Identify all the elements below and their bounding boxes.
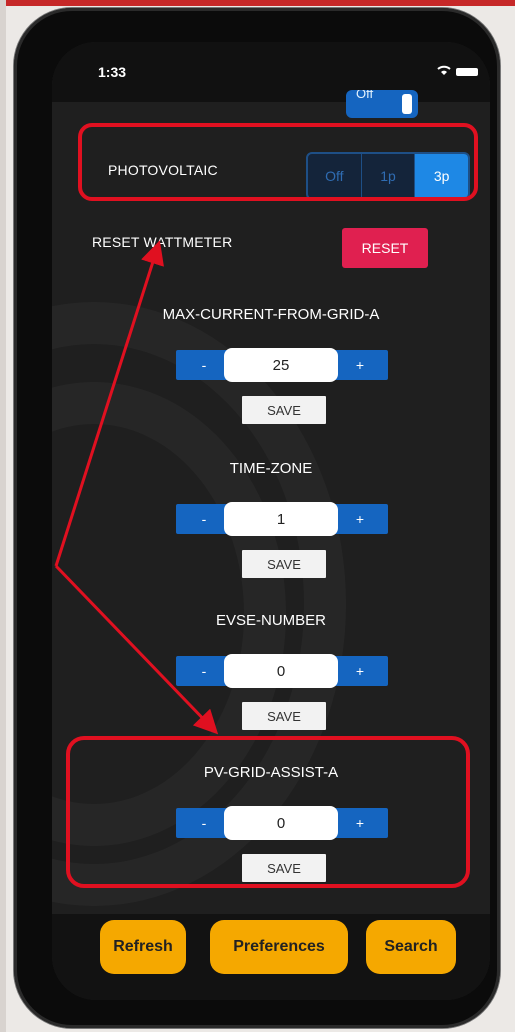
segment-1p[interactable]: 1p [362, 154, 416, 198]
setting-title-evse-number: EVSE-NUMBER [215, 612, 327, 629]
top-toggle-knob [402, 94, 412, 114]
refresh-button[interactable]: Refresh [100, 920, 186, 974]
status-bar: 1:33 [52, 42, 490, 102]
max-current-input[interactable] [224, 348, 338, 382]
max-current-stepper: - + [176, 348, 388, 382]
pv-grid-assist-increment-button[interactable]: + [332, 808, 388, 838]
document-top-border [0, 0, 515, 6]
reset-wattmeter-label: RESET WATTMETER [92, 234, 233, 250]
battery-icon [456, 68, 478, 76]
pv-grid-assist-input[interactable] [224, 806, 338, 840]
photovoltaic-label: PHOTOVOLTAIC [108, 162, 218, 178]
document-left-border [0, 0, 6, 1032]
time-zone-stepper: - + [176, 502, 388, 536]
wifi-icon [437, 65, 451, 75]
setting-title-max-current: MAX-CURRENT-FROM-GRID-A [162, 306, 380, 323]
segment-off[interactable]: Off [308, 154, 362, 198]
max-current-save-button[interactable]: SAVE [242, 396, 326, 424]
pv-grid-assist-save-button[interactable]: SAVE [242, 854, 326, 882]
setting-title-time-zone: TIME-ZONE [229, 460, 313, 477]
phone-frame: 1:33 Off PHOTOVOLTAIC Off 1p 3p RESET WA… [14, 8, 500, 1028]
top-toggle-label: Off [356, 90, 374, 101]
evse-number-increment-button[interactable]: + [332, 656, 388, 686]
evse-number-input[interactable] [224, 654, 338, 688]
max-current-increment-button[interactable]: + [332, 350, 388, 380]
reset-button[interactable]: RESET [342, 228, 428, 268]
time-zone-save-button[interactable]: SAVE [242, 550, 326, 578]
search-button[interactable]: Search [366, 920, 456, 974]
time-zone-input[interactable] [224, 502, 338, 536]
preferences-button[interactable]: Preferences [210, 920, 348, 974]
photovoltaic-segmented-control: Off 1p 3p [306, 152, 470, 200]
evse-number-save-button[interactable]: SAVE [242, 702, 326, 730]
time-zone-increment-button[interactable]: + [332, 504, 388, 534]
app-screen: 1:33 Off PHOTOVOLTAIC Off 1p 3p RESET WA… [52, 42, 490, 1000]
segment-3p[interactable]: 3p [415, 154, 468, 198]
setting-title-pv-grid-assist: PV-GRID-ASSIST-A [203, 764, 339, 781]
top-toggle[interactable]: Off [346, 90, 418, 118]
pv-grid-assist-stepper: - + [176, 806, 388, 840]
evse-number-stepper: - + [176, 654, 388, 688]
status-time: 1:33 [98, 64, 127, 80]
